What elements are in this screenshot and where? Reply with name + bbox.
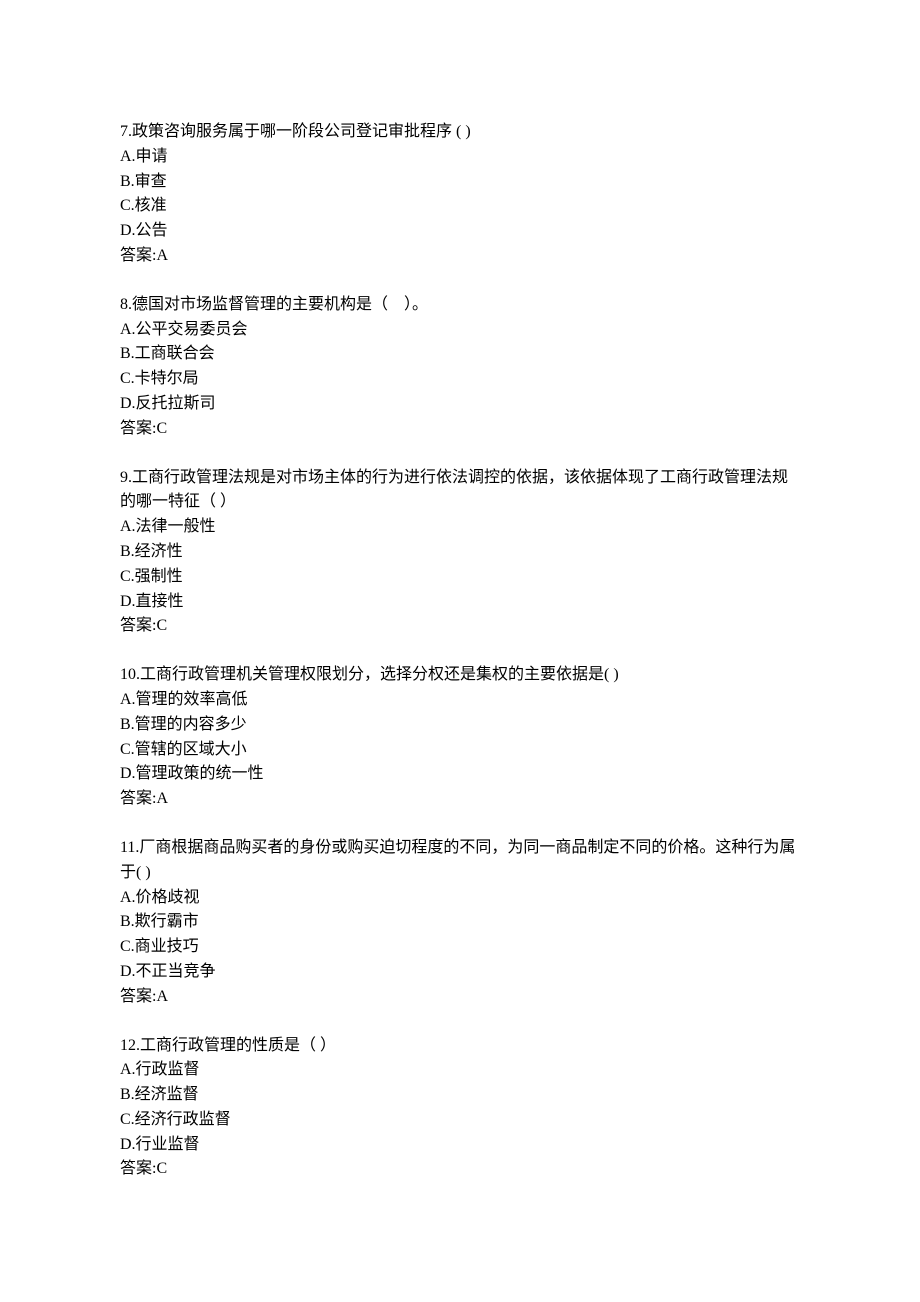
question-text: 9.工商行政管理法规是对市场主体的行为进行依法调控的依据，该依据体现了工商行政管… [120,466,800,516]
option-d: D.公告 [120,219,800,244]
option-b: B.欺行霸市 [120,910,800,935]
question-8: 8.德国对市场监督管理的主要机构是（ ）。 A.公平交易委员会 B.工商联合会 … [120,293,800,442]
option-c: C.强制性 [120,565,800,590]
option-d: D.管理政策的统一性 [120,762,800,787]
option-a: A.公平交易委员会 [120,318,800,343]
question-9: 9.工商行政管理法规是对市场主体的行为进行依法调控的依据，该依据体现了工商行政管… [120,466,800,640]
answer-text: 答案:C [120,614,800,639]
option-b: B.经济性 [120,540,800,565]
option-c: C.商业技巧 [120,935,800,960]
option-d: D.不正当竞争 [120,960,800,985]
option-a: A.法律一般性 [120,515,800,540]
question-text: 12.工商行政管理的性质是（ ） [120,1034,800,1059]
option-a: A.行政监督 [120,1058,800,1083]
option-a: A.申请 [120,145,800,170]
option-b: B.经济监督 [120,1083,800,1108]
question-10: 10.工商行政管理机关管理权限划分，选择分权还是集权的主要依据是( ) A.管理… [120,663,800,812]
option-b: B.审查 [120,170,800,195]
question-12: 12.工商行政管理的性质是（ ） A.行政监督 B.经济监督 C.经济行政监督 … [120,1034,800,1183]
answer-text: 答案:A [120,244,800,269]
question-7: 7.政策咨询服务属于哪一阶段公司登记审批程序 ( ) A.申请 B.审查 C.核… [120,120,800,269]
document-content: 7.政策咨询服务属于哪一阶段公司登记审批程序 ( ) A.申请 B.审查 C.核… [120,120,800,1182]
question-text: 10.工商行政管理机关管理权限划分，选择分权还是集权的主要依据是( ) [120,663,800,688]
answer-text: 答案:C [120,1157,800,1182]
question-text: 8.德国对市场监督管理的主要机构是（ ）。 [120,293,800,318]
question-text: 11.厂商根据商品购买者的身份或购买迫切程度的不同，为同一商品制定不同的价格。这… [120,836,800,886]
option-a: A.管理的效率高低 [120,688,800,713]
option-d: D.直接性 [120,590,800,615]
answer-text: 答案:A [120,787,800,812]
option-b: B.工商联合会 [120,342,800,367]
question-11: 11.厂商根据商品购买者的身份或购买迫切程度的不同，为同一商品制定不同的价格。这… [120,836,800,1010]
answer-text: 答案:A [120,985,800,1010]
option-c: C.卡特尔局 [120,367,800,392]
option-c: C.核准 [120,194,800,219]
option-d: D.反托拉斯司 [120,392,800,417]
option-c: C.经济行政监督 [120,1108,800,1133]
option-a: A.价格歧视 [120,886,800,911]
option-c: C.管辖的区域大小 [120,738,800,763]
question-text: 7.政策咨询服务属于哪一阶段公司登记审批程序 ( ) [120,120,800,145]
option-d: D.行业监督 [120,1133,800,1158]
option-b: B.管理的内容多少 [120,713,800,738]
answer-text: 答案:C [120,417,800,442]
